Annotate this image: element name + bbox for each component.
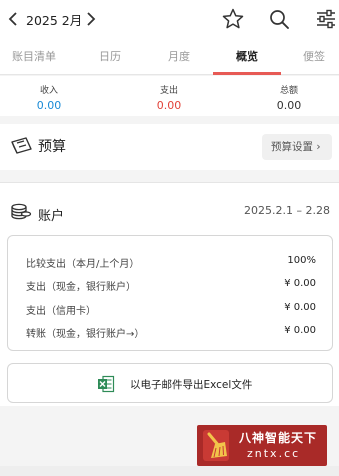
bottom-strip — [0, 466, 339, 476]
excel-icon — [98, 375, 115, 393]
watermark-badge: 八神智能天下 zntx.cc — [197, 425, 327, 466]
export-excel-button[interactable]: 以电子邮件导出Excel文件 — [7, 363, 333, 403]
broom-logo-icon — [203, 430, 229, 461]
account-stats-box: 比较支出（本月/上个月） 100% 支出（现金，银行账户） ¥ 0.00 支出（… — [7, 235, 333, 351]
expense-summary: 支出 0.00 — [129, 83, 209, 112]
stat-value: 100% — [287, 255, 316, 266]
export-excel-label: 以电子邮件导出Excel文件 — [130, 379, 253, 391]
tab-bar: 账目清单 日历 月度 概览 便签 — [0, 40, 339, 75]
income-value: 0.00 — [36, 99, 62, 112]
watermark-title: 八神智能天下 — [239, 431, 318, 445]
coins-icon — [11, 203, 32, 220]
tab-overview[interactable]: 概览 — [213, 40, 281, 74]
budget-settings-button[interactable]: 预算设置 › — [262, 134, 332, 160]
stat-row-cash-expense: 支出（现金，银行账户） ¥ 0.00 — [26, 278, 316, 294]
watermark-url: zntx.cc — [247, 447, 301, 460]
income-summary: 收入 0.00 — [9, 83, 89, 112]
stat-label: 支出（现金，银行账户） — [26, 282, 136, 293]
income-label: 收入 — [39, 86, 58, 96]
budget-title: 预算 — [38, 139, 66, 155]
expense-label: 支出 — [159, 86, 178, 96]
balance-summary: 总额 0.00 — [249, 83, 329, 112]
budget-card: 预算 预算设置 › — [0, 124, 339, 170]
tab-calendar[interactable]: 日历 — [76, 40, 144, 74]
stat-row-credit-expense: 支出（信用卡） ¥ 0.00 — [26, 302, 316, 318]
chevron-right-icon[interactable] — [84, 9, 98, 29]
summary-bar: 收入 0.00 支出 0.00 总额 0.00 — [0, 76, 339, 116]
account-title: 账户 — [38, 209, 65, 224]
top-bar: 2025 2月 — [0, 0, 339, 40]
month-label[interactable]: 2025 2月 — [26, 10, 82, 29]
tab-ledger[interactable]: 账目清单 — [0, 40, 68, 74]
chevron-left-icon[interactable] — [6, 9, 20, 29]
stat-value: ¥ 0.00 — [284, 278, 316, 289]
stat-label: 转账（现金，银行账户→） — [26, 329, 145, 340]
balance-label: 总额 — [279, 86, 298, 96]
account-date-range: 2025.2.1 – 2.28 — [244, 204, 330, 217]
tab-monthly[interactable]: 月度 — [145, 40, 213, 74]
account-card: 账户 2025.2.1 – 2.28 比较支出（本月/上个月） 100% 支出（… — [0, 182, 339, 406]
stat-value: ¥ 0.00 — [284, 302, 316, 313]
stat-value: ¥ 0.00 — [284, 325, 316, 336]
stat-label: 比较支出（本月/上个月） — [26, 259, 140, 270]
stat-row-transfer: 转账（现金，银行账户→） ¥ 0.00 — [26, 325, 316, 341]
balance-value: 0.00 — [276, 99, 302, 112]
expense-value: 0.00 — [156, 99, 182, 112]
sliders-icon[interactable] — [314, 7, 338, 31]
stat-label: 支出（信用卡） — [26, 306, 96, 317]
stat-row-compare: 比较支出（本月/上个月） 100% — [26, 255, 316, 271]
budget-wallet-icon — [11, 137, 32, 154]
star-icon[interactable] — [221, 7, 245, 31]
tab-notes[interactable]: 便签 — [283, 40, 339, 74]
active-tab-indicator — [213, 72, 281, 75]
search-icon[interactable] — [267, 7, 291, 31]
